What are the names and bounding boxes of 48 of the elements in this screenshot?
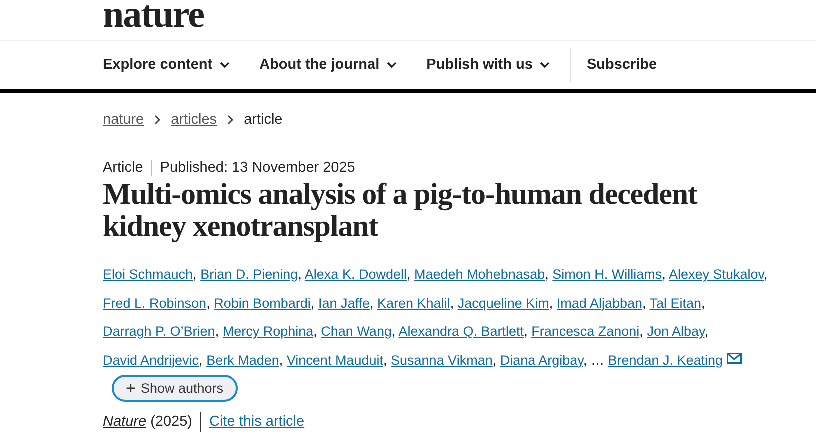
author-link[interactable]: Alexa K. Dowdell <box>304 267 407 282</box>
article-title: Multi-omics analysis of a pig-to-human decedent kidney xenotransplant <box>103 179 699 243</box>
author-link[interactable]: Diana Argibay <box>500 352 584 368</box>
author-link[interactable]: Fred L. Robinson <box>103 296 207 310</box>
article-type: Article <box>103 160 152 176</box>
breadcrumb-link[interactable]: articles <box>171 112 218 128</box>
author-link[interactable]: Darragh P. O’Brien <box>103 324 216 339</box>
author-link[interactable]: Imad Aljabban <box>556 296 642 310</box>
breadcrumb-link[interactable]: nature <box>103 112 144 128</box>
publish-date: Published: 13 November 2025 <box>160 160 356 176</box>
nature-logo[interactable]: nature <box>103 0 204 36</box>
author-link[interactable]: Alexandra Q. Bartlett <box>398 324 524 339</box>
author-link[interactable]: Brian D. Piening <box>200 267 298 282</box>
nav-menu-item[interactable]: Subscribe <box>586 41 658 89</box>
chevron-down-icon <box>540 62 550 68</box>
author-link[interactable]: Karen Khalil <box>378 296 450 310</box>
author-link[interactable]: Tal Eitan <box>650 296 702 310</box>
nav-menu-item[interactable]: About the journal <box>260 41 397 89</box>
publication-year: (2025) <box>150 414 192 430</box>
chevron-down-icon <box>386 62 397 68</box>
author-link[interactable]: Chan Wang <box>321 324 392 339</box>
author-link[interactable]: Jon Albay <box>647 324 705 339</box>
author-link[interactable]: Brendan J. Keating <box>608 352 724 368</box>
author-link[interactable]: Susanna Vikman <box>391 352 493 368</box>
author-list: Eloi Schmauch, Brian D. Piening, Alexa K. Dowdell, Maedeh Mohebnasab, Simon H. Williams, Alexey Stukalov, Fred L. Robinson, Robin Bombardi, Ian Jaffe, Karen Khalil, Jacqueline Kim, Imad Aljabban, Tal Eitan, Darragh P. O’Brien, Mercy Rophina, Chan Wang, Alexandra Q. Bartlett, Francesca Zanoni, Jon Albay, David Andrijevic, Berk Maden, Vincent Mauduit, Susanna Vikman, Diana Argibay, … Brendan J. Keating <box>103 261 803 375</box>
author-link[interactable]: Robin Bombardi <box>214 296 311 310</box>
nav-menu-item[interactable]: Publish with us <box>426 41 550 89</box>
chevron-right-icon <box>154 115 162 125</box>
cite-link[interactable]: Cite this article <box>209 414 305 430</box>
chevron-down-icon <box>220 62 230 68</box>
breadcrumb-current: article <box>244 112 283 128</box>
journal-link[interactable]: Nature <box>103 414 147 430</box>
author-link[interactable]: Eloi Schmauch <box>103 267 194 282</box>
nav-menu-item[interactable]: Explore content <box>103 41 230 89</box>
author-link[interactable]: Alexey Stukalov <box>668 267 764 282</box>
author-link[interactable]: Vincent Mauduit <box>286 352 384 368</box>
author-link[interactable]: Mercy Rophina <box>222 324 314 339</box>
author-link[interactable]: Maedeh Mohebnasab <box>414 267 546 282</box>
author-link[interactable]: Jacqueline Kim <box>458 296 550 310</box>
author-link[interactable]: Simon H. Williams <box>552 267 662 282</box>
author-link[interactable]: Francesca Zanoni <box>532 324 640 339</box>
author-link[interactable]: Ian Jaffe <box>318 296 370 310</box>
chevron-right-icon <box>227 115 234 125</box>
author-link[interactable]: David Andrijevic <box>103 352 200 368</box>
mail-icon[interactable] <box>727 352 742 364</box>
author-ellipsis: … <box>590 352 604 368</box>
author-link[interactable]: Berk Maden <box>206 352 280 368</box>
show-authors-button[interactable]: + Show authors <box>112 375 238 402</box>
